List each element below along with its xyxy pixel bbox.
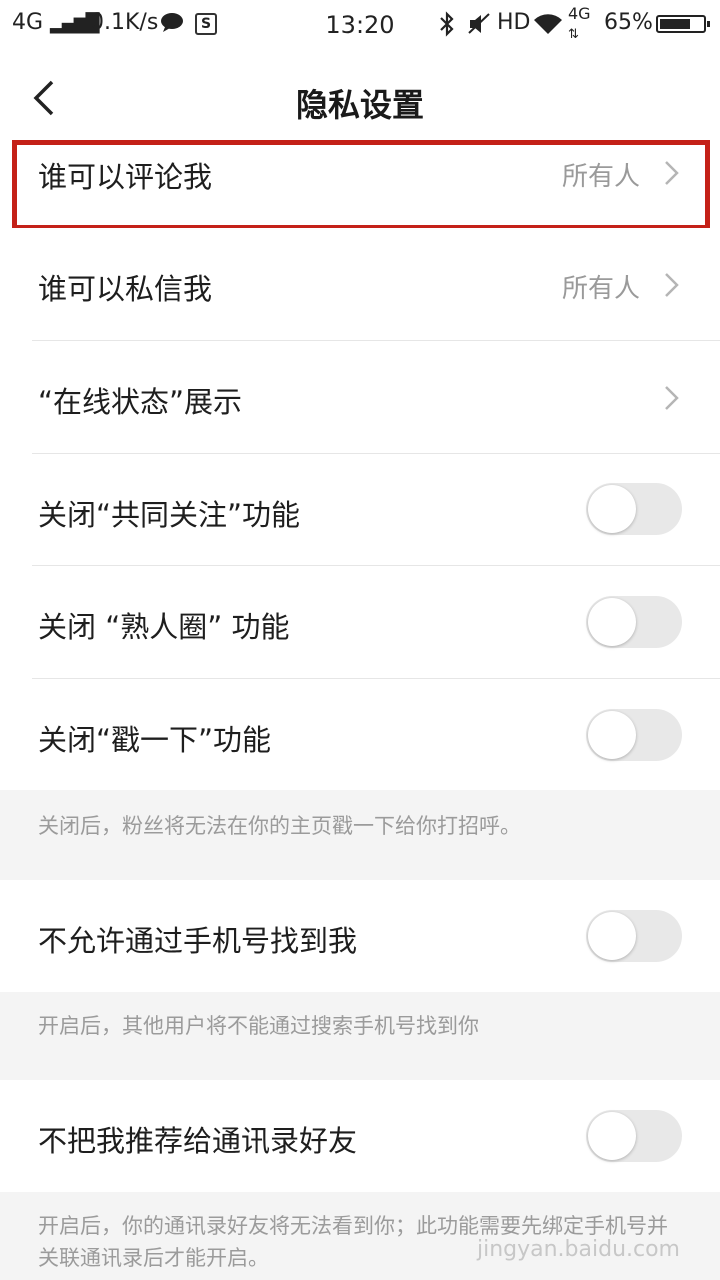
poke-note: 关闭后，粉丝将无法在你的主页戳一下给你打招呼。 <box>0 790 720 880</box>
page-title: 隐私设置 <box>295 86 424 124</box>
mutual-follow-row: 关闭“共同关注”功能 <box>0 454 720 565</box>
highlight-box <box>12 140 710 230</box>
acquaintance-circle-label: 关闭 “熟人圈” 功能 <box>38 610 290 644</box>
poke-toggle[interactable] <box>586 709 682 761</box>
bluetooth-icon <box>438 11 456 43</box>
contacts-recommend-label: 不把我推荐给通讯录好友 <box>38 1124 358 1158</box>
mutual-follow-toggle[interactable] <box>586 483 682 535</box>
phone-search-label: 不允许通过手机号找到我 <box>38 924 358 958</box>
poke-note-text: 关闭后，粉丝将无法在你的主页戳一下给你打招呼。 <box>38 814 521 838</box>
chevron-right-icon <box>662 272 680 298</box>
phone-search-row: 不允许通过手机号找到我 <box>0 880 720 992</box>
phone-note: 开启后，其他用户将不能通过搜索手机号找到你 <box>0 992 720 1080</box>
mutual-follow-label: 关闭“共同关注”功能 <box>38 498 301 532</box>
wifi-icon <box>532 12 564 42</box>
watermark: jingyan.baidu.com <box>476 1237 680 1262</box>
message-permission-row[interactable]: 谁可以私信我 所有人 <box>0 228 720 340</box>
battery-icon <box>656 15 710 33</box>
contacts-recommend-row: 不把我推荐给通讯录好友 <box>0 1080 720 1192</box>
online-status-label: “在线状态”展示 <box>38 385 243 419</box>
online-status-row[interactable]: “在线状态”展示 <box>0 341 720 453</box>
poke-row: 关闭“戳一下”功能 <box>0 679 720 790</box>
poke-label: 关闭“戳一下”功能 <box>38 723 272 757</box>
phone-note-text: 开启后，其他用户将不能通过搜索手机号找到你 <box>38 1014 479 1038</box>
data-4g-indicator: 4G ⇅ <box>568 4 591 42</box>
acquaintance-circle-toggle[interactable] <box>586 596 682 648</box>
status-bar: 4G ▂▄▆█ 0.1K/s S 13:20 HD 4G ⇅ 65% <box>0 0 720 50</box>
phone-search-toggle[interactable] <box>586 910 682 962</box>
contacts-note: 开启后，你的通讯录好友将无法看到你；此功能需要先绑定手机号并关联通讯录后才能开启… <box>0 1192 720 1280</box>
chevron-right-icon <box>662 385 680 411</box>
nav-header: 隐私设置 <box>0 50 720 146</box>
acquaintance-circle-row: 关闭 “熟人圈” 功能 <box>0 566 720 678</box>
contacts-recommend-toggle[interactable] <box>586 1110 682 1162</box>
mute-icon <box>467 11 491 43</box>
battery-percent: 65% <box>604 10 653 35</box>
message-permission-value: 所有人 <box>561 274 640 304</box>
message-permission-label: 谁可以私信我 <box>38 272 213 306</box>
hd-indicator: HD <box>497 10 531 35</box>
